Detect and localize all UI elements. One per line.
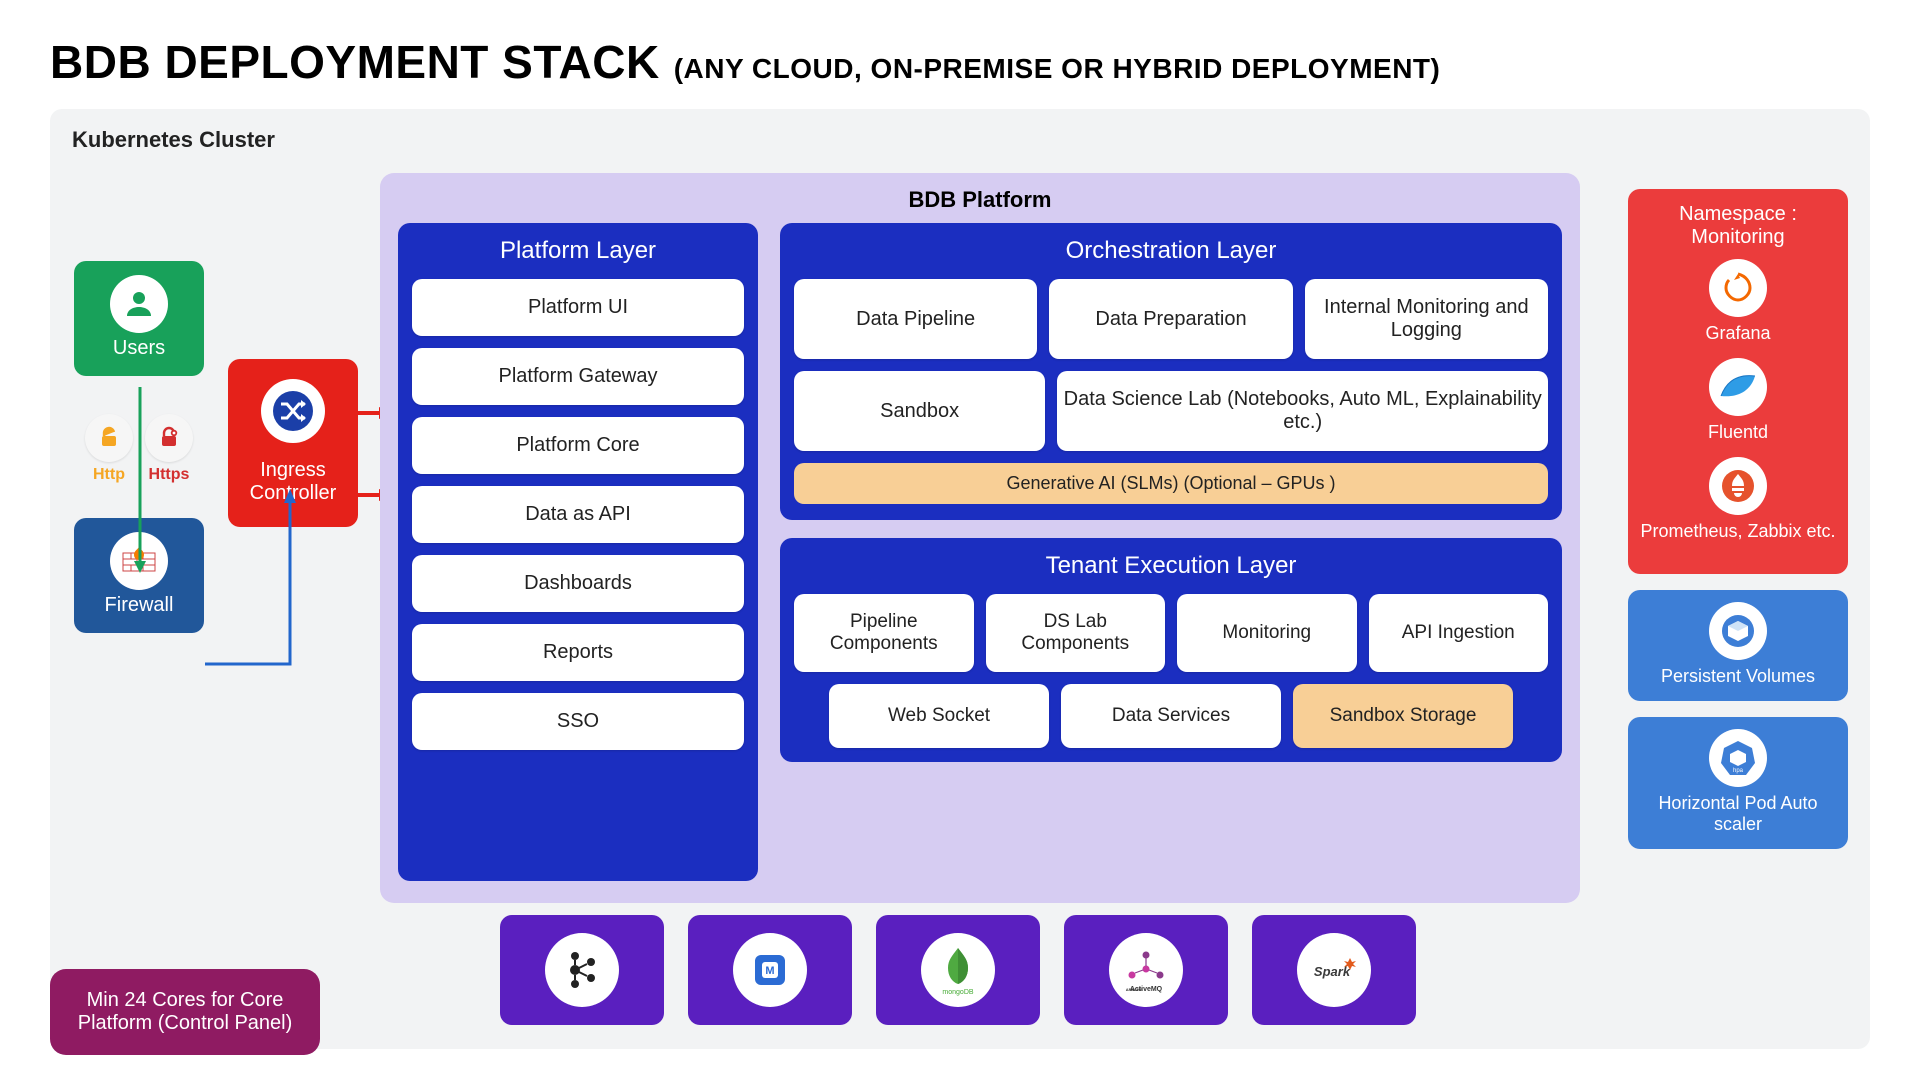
tile-api-ingestion: API Ingestion	[1369, 594, 1549, 672]
tile-sandbox: Sandbox	[794, 371, 1045, 451]
svg-text:M: M	[765, 965, 774, 977]
orchestration-layer-title: Orchestration Layer	[794, 237, 1548, 265]
svg-text:APACHE: APACHE	[1126, 987, 1143, 992]
protocol-row: Http Https	[74, 414, 204, 484]
users-box: Users	[74, 261, 204, 376]
min-cores-note: Min 24 Cores for Core Platform (Control …	[50, 969, 320, 1055]
ingress-label: Ingress Controller	[238, 459, 348, 505]
shuffle-icon	[261, 379, 325, 443]
fluentd-label: Fluentd	[1708, 422, 1768, 442]
right-panel: Namespace : Monitoring Grafana Fluentd P…	[1628, 189, 1848, 849]
https-label: Https	[145, 466, 193, 484]
chip-icon: M	[733, 933, 807, 1007]
grafana-icon	[1709, 259, 1767, 317]
svg-text:mongoDB: mongoDB	[942, 989, 973, 996]
monitoring-prometheus: Prometheus, Zabbix etc.	[1638, 457, 1838, 542]
page-title-sub: (ANY CLOUD, ON-PREMISE OR HYBRID DEPLOYM…	[674, 53, 1441, 85]
tile-internal-monitoring: Internal Monitoring and Logging	[1305, 279, 1548, 359]
tile-dslab-components: DS Lab Components	[986, 594, 1166, 672]
persistent-volumes: Persistent Volumes	[1628, 590, 1848, 701]
users-label: Users	[74, 337, 204, 360]
orchestration-layer: Orchestration Layer Data Pipeline Data P…	[780, 223, 1562, 520]
svg-text:hpa: hpa	[1733, 768, 1744, 774]
tile-ds-lab: Data Science Lab (Notebooks, Auto ML, Ex…	[1057, 371, 1548, 451]
bdb-platform-title: BDB Platform	[398, 187, 1562, 213]
firewall-box: Firewall	[74, 518, 204, 633]
platform-layer-title: Platform Layer	[412, 237, 744, 265]
infra-activemq: ActiveMQAPACHE	[1064, 915, 1228, 1025]
tile-monitoring: Monitoring	[1177, 594, 1357, 672]
infra-spark: Spark	[1252, 915, 1416, 1025]
persistent-volumes-label: Persistent Volumes	[1638, 666, 1838, 687]
tenant-layer: Tenant Execution Layer Pipeline Componen…	[780, 538, 1562, 762]
tile-reports: Reports	[412, 624, 744, 681]
tile-platform-core: Platform Core	[412, 417, 744, 474]
unlock-icon	[85, 414, 133, 462]
lock-icon	[145, 414, 193, 462]
fluentd-icon	[1709, 358, 1767, 416]
protocol-http: Http	[85, 414, 133, 484]
hpa-box: hpa Horizontal Pod Auto scaler	[1628, 717, 1848, 849]
infra-row: M mongoDB ActiveMQAPACHE Spark	[500, 915, 1416, 1025]
infra-mongodb: mongoDB	[876, 915, 1040, 1025]
namespace-monitoring: Namespace : Monitoring Grafana Fluentd P…	[1628, 189, 1848, 574]
tile-generative-ai: Generative AI (SLMs) (Optional – GPUs )	[794, 463, 1548, 504]
http-label: Http	[85, 466, 133, 484]
left-panel: Users Http Https	[74, 261, 204, 633]
user-icon	[110, 275, 168, 333]
tile-data-services: Data Services	[1061, 684, 1281, 748]
monitoring-fluentd: Fluentd	[1638, 358, 1838, 443]
protocol-https: Https	[145, 414, 193, 484]
firewall-label: Firewall	[74, 594, 204, 617]
page-title-main: BDB DEPLOYMENT STACK	[50, 35, 660, 89]
infra-micro: M	[688, 915, 852, 1025]
cluster-title: Kubernetes Cluster	[72, 127, 1848, 153]
spark-icon: Spark	[1297, 933, 1371, 1007]
kubernetes-cluster: Kubernetes Cluster Users Http Https	[50, 109, 1870, 1049]
tile-web-socket: Web Socket	[829, 684, 1049, 748]
page-title-row: BDB DEPLOYMENT STACK (ANY CLOUD, ON-PREM…	[50, 35, 1870, 89]
infra-kafka	[500, 915, 664, 1025]
kafka-icon	[545, 933, 619, 1007]
prometheus-icon	[1709, 457, 1767, 515]
hpa-icon: hpa	[1709, 729, 1767, 787]
tile-platform-ui: Platform UI	[412, 279, 744, 336]
bdb-platform: BDB Platform Platform Layer Platform UI …	[380, 173, 1580, 903]
tile-data-pipeline: Data Pipeline	[794, 279, 1037, 359]
firewall-icon	[110, 532, 168, 590]
tenant-layer-title: Tenant Execution Layer	[794, 552, 1548, 580]
monitoring-title: Namespace : Monitoring	[1638, 203, 1838, 249]
tile-data-as-api: Data as API	[412, 486, 744, 543]
mongodb-icon: mongoDB	[921, 933, 995, 1007]
monitoring-grafana: Grafana	[1638, 259, 1838, 344]
tile-dashboards: Dashboards	[412, 555, 744, 612]
tile-pipeline-components: Pipeline Components	[794, 594, 974, 672]
grafana-label: Grafana	[1705, 323, 1770, 343]
platform-layer: Platform Layer Platform UI Platform Gate…	[398, 223, 758, 881]
tile-platform-gateway: Platform Gateway	[412, 348, 744, 405]
activemq-icon: ActiveMQAPACHE	[1109, 933, 1183, 1007]
tile-sso: SSO	[412, 693, 744, 750]
volume-icon	[1709, 602, 1767, 660]
ingress-controller: Ingress Controller	[228, 359, 358, 527]
tile-data-preparation: Data Preparation	[1049, 279, 1292, 359]
hpa-label: Horizontal Pod Auto scaler	[1638, 793, 1838, 835]
prometheus-label: Prometheus, Zabbix etc.	[1640, 521, 1835, 541]
tile-sandbox-storage: Sandbox Storage	[1293, 684, 1513, 748]
